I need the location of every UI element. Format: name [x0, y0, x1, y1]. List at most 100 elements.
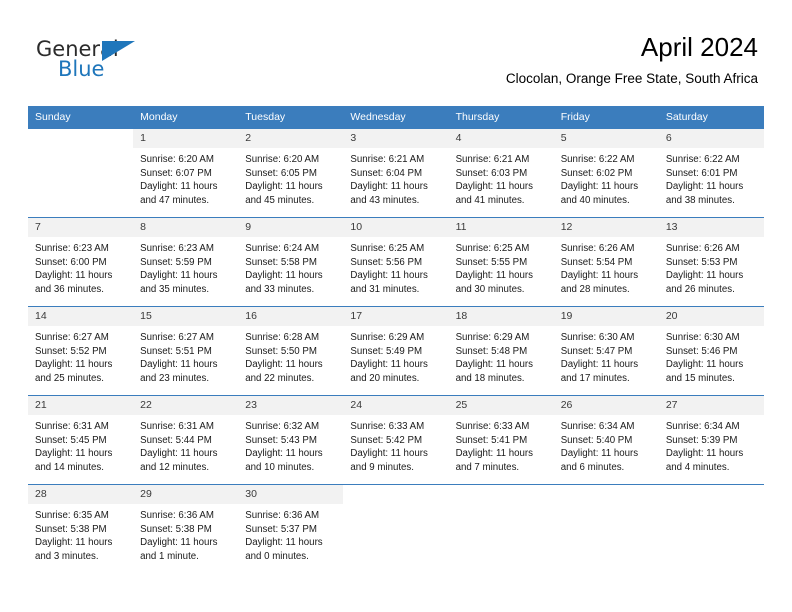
calendar-day-cell[interactable]: 10 Sunrise: 6:25 AM Sunset: 5:56 PM Dayligh… — [343, 217, 449, 307]
daylight-text-line1: Daylight: 11 hours — [140, 359, 218, 371]
daylight-text-line2: and 18 minutes. — [455, 372, 525, 384]
calendar-day-cell[interactable]: 16 Sunrise: 6:28 AM Sunset: 5:50 PM Dayligh… — [238, 306, 344, 396]
daylight-text-line2: and 36 minutes. — [35, 283, 104, 295]
calendar-page: General Blue April 2024 Clocolan, Orange… — [0, 0, 792, 612]
calendar-cell-empty — [448, 484, 554, 573]
page-title: April 2024 — [640, 32, 758, 62]
calendar-day-cell[interactable]: 15 Sunrise: 6:27 AM Sunset: 5:51 PM Dayligh… — [133, 306, 239, 396]
calendar-day-cell[interactable]: 9 Sunrise: 6:24 AM Sunset: 5:58 PM Daylight… — [238, 217, 344, 307]
calendar-day-cell[interactable]: 12 Sunrise: 6:26 AM Sunset: 5:54 PM Dayligh… — [553, 217, 659, 307]
sunrise-text: Sunrise: 6:29 AM — [455, 332, 530, 343]
calendar-day-cell[interactable]: 20 Sunrise: 6:30 AM Sunset: 5:46 PM Dayligh… — [658, 306, 764, 396]
calendar-day-cell[interactable]: 21 Sunrise: 6:31 AM Sunset: 5:45 PM Dayligh… — [28, 395, 134, 485]
daylight-text-line1: Daylight: 11 hours — [35, 359, 113, 371]
sunrise-text: Sunrise: 6:22 AM — [560, 154, 635, 165]
daylight-text-line1: Daylight: 11 hours — [245, 270, 323, 282]
day-details: Sunrise: 6:35 AM Sunset: 5:38 PM Daylight:… — [28, 504, 133, 563]
calendar-day-cell[interactable]: 6 Sunrise: 6:22 AM Sunset: 6:01 PM Daylight… — [658, 128, 764, 218]
generalblue-logo[interactable]: General Blue — [36, 38, 166, 84]
daylight-text-line2: and 1 minute. — [140, 550, 199, 562]
calendar-day-cell[interactable]: 23 Sunrise: 6:32 AM Sunset: 5:43 PM Dayligh… — [238, 395, 344, 485]
day-number: 13 — [658, 218, 764, 237]
calendar-day-cell[interactable]: 1 Sunrise: 6:20 AM Sunset: 6:07 PM Daylight… — [133, 128, 239, 218]
sunrise-text: Sunrise: 6:20 AM — [245, 154, 320, 165]
daylight-text-line1: Daylight: 11 hours — [140, 448, 218, 460]
sunrise-text: Sunrise: 6:31 AM — [140, 421, 214, 432]
day-number: 27 — [658, 396, 764, 415]
day-number: 14 — [28, 307, 134, 326]
daylight-text-line2: and 45 minutes. — [245, 194, 315, 206]
daylight-text-line2: and 6 minutes. — [560, 461, 625, 473]
sunrise-text: Sunrise: 6:25 AM — [350, 243, 425, 254]
day-details: Sunrise: 6:27 AM Sunset: 5:51 PM Daylight:… — [133, 326, 238, 385]
day-number: 30 — [238, 485, 344, 504]
day-details: Sunrise: 6:33 AM Sunset: 5:41 PM Daylight:… — [449, 415, 554, 474]
day-details: Sunrise: 6:34 AM Sunset: 5:40 PM Daylight:… — [554, 415, 659, 474]
calendar-day-cell[interactable]: 8 Sunrise: 6:23 AM Sunset: 5:59 PM Daylight… — [133, 217, 239, 307]
calendar-day-cell[interactable]: 30 Sunrise: 6:36 AM Sunset: 5:37 PM Dayligh… — [238, 484, 344, 573]
daylight-text-line2: and 47 minutes. — [140, 194, 210, 206]
sunrise-text: Sunrise: 6:21 AM — [350, 154, 425, 165]
sunrise-text: Sunrise: 6:20 AM — [140, 154, 214, 165]
calendar-day-cell[interactable]: 14 Sunrise: 6:27 AM Sunset: 5:52 PM Dayligh… — [28, 306, 134, 396]
daylight-text-line1: Daylight: 11 hours — [350, 270, 428, 282]
daylight-text-line1: Daylight: 11 hours — [455, 359, 533, 371]
calendar-day-cell[interactable]: 29 Sunrise: 6:36 AM Sunset: 5:38 PM Dayligh… — [133, 484, 239, 573]
day-number: 7 — [28, 218, 134, 237]
day-details: Sunrise: 6:27 AM Sunset: 5:52 PM Daylight:… — [28, 326, 133, 385]
daylight-text-line2: and 7 minutes. — [455, 461, 520, 473]
daylight-text-line2: and 17 minutes. — [560, 372, 630, 384]
sunset-text: Sunset: 5:41 PM — [455, 434, 528, 446]
calendar-day-cell[interactable]: 28 Sunrise: 6:35 AM Sunset: 5:38 PM Dayligh… — [28, 484, 134, 573]
sunset-text: Sunset: 5:44 PM — [140, 434, 212, 446]
day-number — [448, 485, 554, 504]
calendar-day-cell[interactable]: 18 Sunrise: 6:29 AM Sunset: 5:48 PM Dayligh… — [448, 306, 554, 396]
sunrise-text: Sunrise: 6:27 AM — [35, 332, 109, 343]
daylight-text-line1: Daylight: 11 hours — [455, 448, 533, 460]
day-details: Sunrise: 6:31 AM Sunset: 5:45 PM Daylight:… — [28, 415, 133, 474]
sunset-text: Sunset: 5:49 PM — [350, 345, 423, 357]
daylight-text-line2: and 3 minutes. — [35, 550, 99, 562]
day-details: Sunrise: 6:20 AM Sunset: 6:07 PM Daylight:… — [133, 148, 238, 207]
calendar-day-cell[interactable]: 27 Sunrise: 6:34 AM Sunset: 5:39 PM Dayligh… — [658, 395, 764, 485]
sunrise-text: Sunrise: 6:31 AM — [35, 421, 109, 432]
sunset-text: Sunset: 5:47 PM — [560, 345, 633, 357]
calendar-cell-empty — [343, 484, 449, 573]
daylight-text-line2: and 15 minutes. — [665, 372, 735, 384]
calendar-day-cell[interactable]: 3 Sunrise: 6:21 AM Sunset: 6:04 PM Daylight… — [343, 128, 449, 218]
daylight-text-line1: Daylight: 11 hours — [350, 359, 428, 371]
calendar-day-cell[interactable]: 2 Sunrise: 6:20 AM Sunset: 6:05 PM Daylight… — [238, 128, 344, 218]
daylight-text-line1: Daylight: 11 hours — [665, 448, 744, 460]
daylight-text-line2: and 4 minutes. — [665, 461, 730, 473]
sunset-text: Sunset: 5:55 PM — [455, 256, 528, 268]
page-subtitle: Clocolan, Orange Free State, South Afric… — [505, 71, 758, 86]
sunrise-text: Sunrise: 6:32 AM — [245, 421, 320, 432]
daylight-text-line2: and 10 minutes. — [245, 461, 315, 473]
calendar-day-cell[interactable]: 22 Sunrise: 6:31 AM Sunset: 5:44 PM Dayligh… — [133, 395, 239, 485]
day-number: 19 — [553, 307, 659, 326]
calendar-day-cell[interactable]: 24 Sunrise: 6:33 AM Sunset: 5:42 PM Dayligh… — [343, 395, 449, 485]
page-header: General Blue April 2024 Clocolan, Orange… — [0, 0, 792, 106]
calendar-day-cell[interactable]: 17 Sunrise: 6:29 AM Sunset: 5:49 PM Dayligh… — [343, 306, 449, 396]
daylight-text-line2: and 41 minutes. — [455, 194, 525, 206]
calendar-day-cell[interactable]: 4 Sunrise: 6:21 AM Sunset: 6:03 PM Daylight… — [448, 128, 554, 218]
column-header-monday: Monday — [133, 106, 239, 129]
day-number: 8 — [133, 218, 239, 237]
calendar-day-cell[interactable]: 19 Sunrise: 6:30 AM Sunset: 5:47 PM Dayligh… — [553, 306, 659, 396]
daylight-text-line1: Daylight: 11 hours — [560, 270, 639, 282]
calendar-day-cell[interactable]: 25 Sunrise: 6:33 AM Sunset: 5:41 PM Dayligh… — [448, 395, 554, 485]
calendar-day-cell[interactable]: 5 Sunrise: 6:22 AM Sunset: 6:02 PM Daylight… — [553, 128, 659, 218]
sunset-text: Sunset: 5:48 PM — [455, 345, 528, 357]
column-header-saturday: Saturday — [658, 106, 764, 129]
calendar-day-cell[interactable]: 26 Sunrise: 6:34 AM Sunset: 5:40 PM Dayligh… — [553, 395, 659, 485]
day-number: 9 — [238, 218, 344, 237]
daylight-text-line2: and 14 minutes. — [35, 461, 104, 473]
calendar-day-cell[interactable]: 7 Sunrise: 6:23 AM Sunset: 6:00 PM Daylight… — [28, 217, 134, 307]
daylight-text-line1: Daylight: 11 hours — [665, 181, 744, 193]
calendar-day-cell[interactable]: 13 Sunrise: 6:26 AM Sunset: 5:53 PM Dayligh… — [658, 217, 764, 307]
daylight-text-line2: and 30 minutes. — [455, 283, 525, 295]
calendar-day-cell[interactable]: 11 Sunrise: 6:25 AM Sunset: 5:55 PM Dayligh… — [448, 217, 554, 307]
sunset-text: Sunset: 6:03 PM — [455, 167, 528, 179]
calendar-week-row: 1 Sunrise: 6:20 AM Sunset: 6:07 PM Daylight… — [28, 128, 764, 218]
daylight-text-line2: and 23 minutes. — [140, 372, 210, 384]
